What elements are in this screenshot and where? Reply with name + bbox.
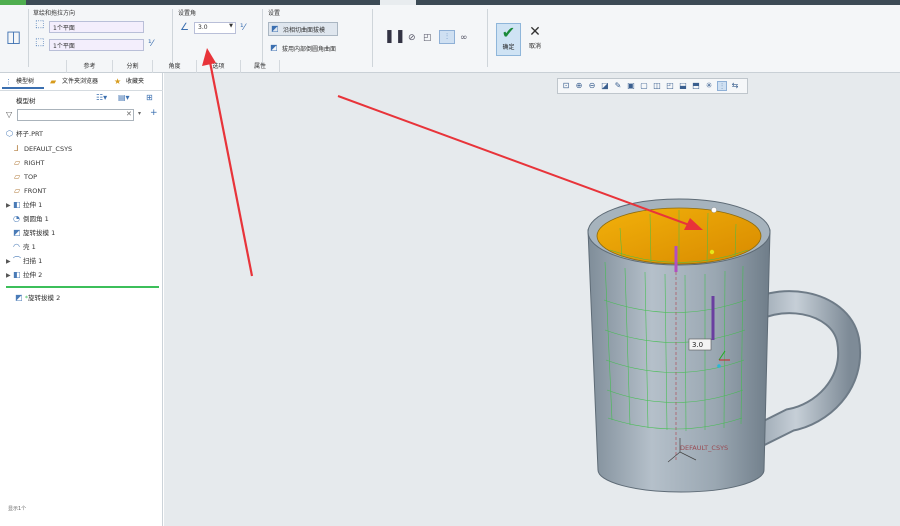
viewport-graphics: 3.0 DEFAULT_CSYS: [202, 48, 862, 493]
annotation-arrow-1: [337, 95, 703, 230]
dim-value: 3.0: [692, 341, 703, 349]
csys-label: DEFAULT_CSYS: [680, 444, 728, 452]
drag-handle-top[interactable]: [711, 207, 717, 213]
drag-handle[interactable]: [709, 249, 715, 255]
mug-rim[interactable]: [587, 198, 771, 266]
pivot-point: [717, 364, 721, 368]
annotation-arrow-2: [202, 48, 254, 277]
